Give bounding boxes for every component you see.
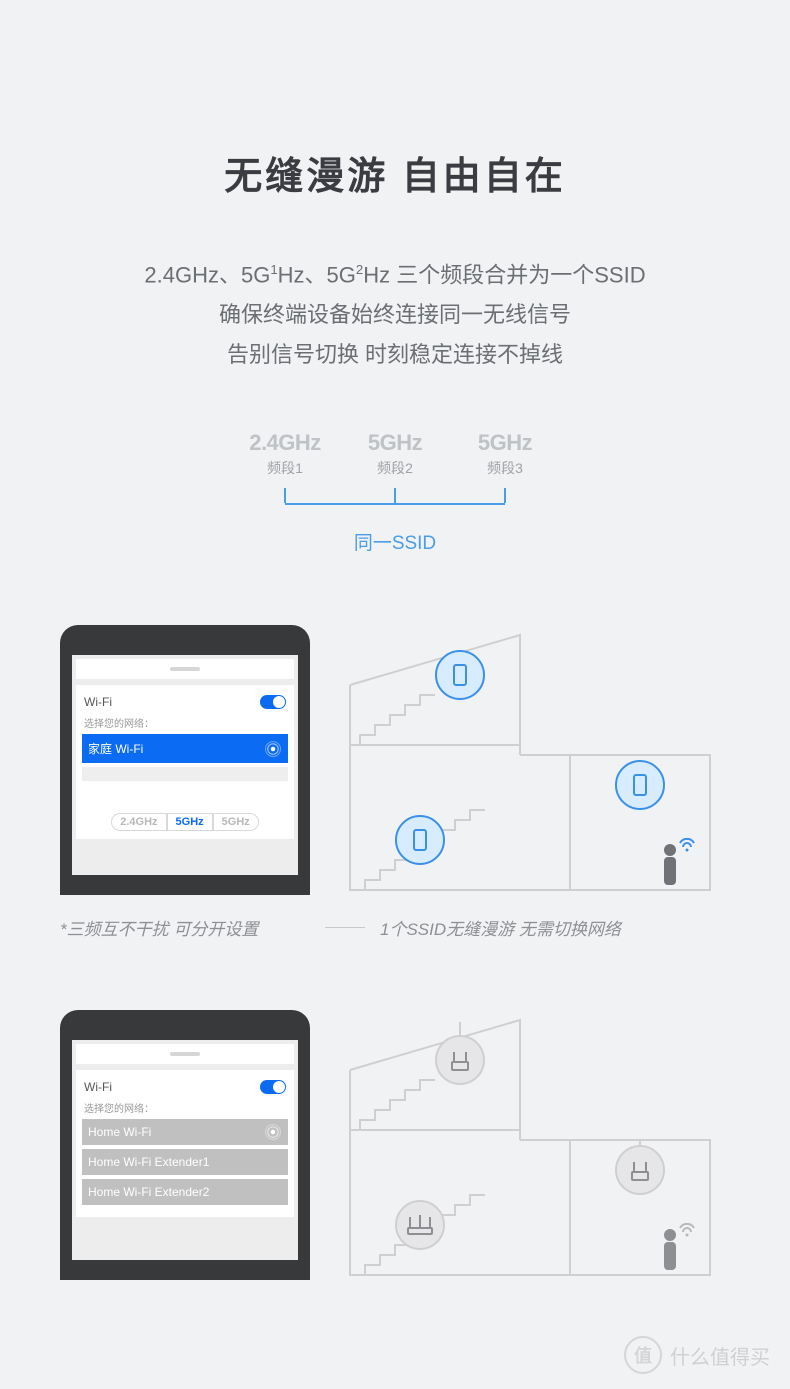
watermark: 值 什么值得买	[624, 1336, 770, 1374]
ssid-merge-label: 同一SSID	[245, 528, 545, 555]
wifi-toggle-icon	[260, 1080, 286, 1094]
wifi-label: Wi-Fi	[84, 695, 112, 709]
bands-diagram: 2.4GHz 频段1 5GHz 频段2 5GHz 频段3 同一SSID	[245, 430, 545, 555]
wifi-toggle-icon	[260, 695, 286, 709]
caption-right-1: 1个SSID无缝漫游 无需切换网络	[380, 915, 730, 940]
network-row-empty	[82, 767, 288, 781]
caption-left-1: *三频互不干扰 可分开设置	[60, 915, 310, 940]
band-pill: 5GHz	[213, 813, 259, 831]
desc-line-2: 确保终端设备始终连接同一无线信号	[0, 295, 790, 335]
phone-mockup-2: Wi-Fi 选择您的网络： Home Wi-Fi Home Wi-Fi Exte…	[60, 1010, 310, 1280]
watermark-badge-icon: 值	[624, 1336, 662, 1374]
band-item: 5GHz 频段2	[355, 430, 435, 478]
network-row-selected: 家庭 Wi-Fi	[82, 734, 288, 763]
network-row: Home Wi-Fi Extender2	[82, 1179, 288, 1205]
phone-mockup-1: Wi-Fi 选择您的网络： 家庭 Wi-Fi 2.4GHz 5GHz	[60, 625, 310, 895]
choose-network-label: 选择您的网络：	[82, 1098, 288, 1119]
band-pill-active: 5GHz	[167, 813, 213, 831]
caption-divider-icon	[325, 927, 365, 928]
wifi-signal-icon	[264, 740, 282, 758]
band-pill: 2.4GHz	[111, 813, 166, 831]
wifi-toggle-row: Wi-Fi	[82, 691, 288, 713]
band-item: 2.4GHz 频段1	[245, 430, 325, 478]
page-title: 无缝漫游 自由自在	[0, 145, 790, 200]
network-row: Home Wi-Fi Extender1	[82, 1149, 288, 1175]
desc-line-3: 告别信号切换 时刻稳定连接不掉线	[0, 335, 790, 375]
wifi-signal-icon	[264, 1123, 282, 1141]
wifi-toggle-row: Wi-Fi	[82, 1076, 288, 1098]
drag-handle-icon	[76, 1044, 294, 1064]
house-illustration-1	[340, 625, 730, 895]
band-item: 5GHz 频段3	[465, 430, 545, 478]
description-block: 2.4GHz、5G1Hz、5G2Hz 三个频段合并为一个SSID 确保终端设备始…	[0, 250, 790, 375]
band-pill-row: 2.4GHz 5GHz 5GHz	[82, 785, 288, 831]
watermark-text: 什么值得买	[670, 1341, 770, 1370]
house-illustration-2	[340, 1010, 730, 1280]
wifi-label: Wi-Fi	[84, 1080, 112, 1094]
desc-line-1: 2.4GHz、5G1Hz、5G2Hz 三个频段合并为一个SSID	[0, 250, 790, 295]
choose-network-label: 选择您的网络：	[82, 713, 288, 734]
drag-handle-icon	[76, 659, 294, 679]
network-row: Home Wi-Fi	[82, 1119, 288, 1145]
